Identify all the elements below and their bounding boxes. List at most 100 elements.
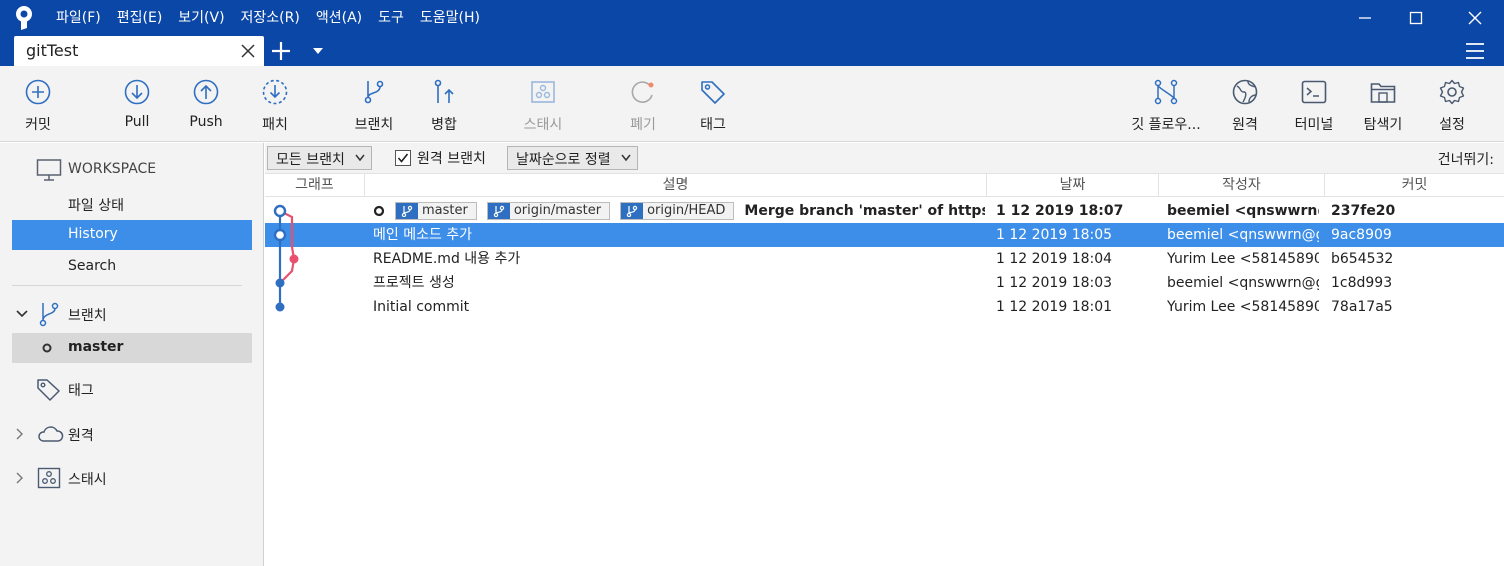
branch-button[interactable]: 브랜치 [334,66,414,142]
column-header-commit[interactable]: 커밋 [1325,174,1504,197]
ref-badge-master[interactable]: master [395,202,477,220]
menu-repository[interactable]: 저장소(R) [233,0,308,36]
stash-button[interactable]: 스태시 [503,66,583,142]
explorer-button[interactable]: 탐색기 [1343,66,1423,142]
menu-tools[interactable]: 도구 [370,0,412,36]
commit-hash: 237fe20 [1331,203,1396,219]
stash-icon [37,467,61,489]
git-flow-icon [1154,79,1178,105]
git-flow-button[interactable]: 깃 플로우... [1126,66,1206,142]
patch-button[interactable]: 패치 [235,66,315,142]
table-row[interactable]: Initial commit 1 12 2019 18:01 Yurim Lee… [265,295,1504,319]
chevron-down-icon [355,154,365,162]
sidebar-workspace-header: WORKSPACE [12,155,252,185]
sidebar-item-search[interactable]: Search [12,252,252,282]
ref-badge-origin-master[interactable]: origin/master [486,202,611,220]
commit-date: 1 12 2019 18:04 [996,251,1113,267]
add-tab-icon[interactable] [270,40,292,62]
cloud-icon [38,426,64,442]
column-header-graph[interactable]: 그래프 [265,174,365,197]
stash-icon [531,81,555,103]
graph-node-merge [273,204,287,218]
commit-description: 메인 메소드 추가 [373,227,473,243]
discard-button[interactable]: 폐기 [603,66,683,142]
close-icon [1468,11,1482,25]
commit-author: beemiel <qnswwrn@g [1167,275,1319,291]
table-header: 그래프 설명 날짜 작성자 커밋 [265,173,1504,197]
patch-icon [262,79,288,105]
tab-dropdown-icon[interactable] [312,46,324,56]
globe-icon [1232,79,1258,105]
menu-file[interactable]: 파일(F) [48,0,109,36]
commit-author: Yurim Lee <58145890 [1167,299,1319,315]
chevron-right-icon [16,428,23,440]
commit-date: 1 12 2019 18:05 [996,227,1113,243]
tab-gittest[interactable]: gitTest [14,36,264,66]
sidebar-section-tags[interactable]: 태그 [12,374,252,404]
sourcetree-logo-icon [16,6,32,30]
tab-bar: gitTest [0,36,1504,66]
maximize-button[interactable] [1393,0,1439,36]
merge-button[interactable]: 병합 [404,66,484,142]
menu-help[interactable]: 도움말(H) [412,0,488,36]
commit-description: master origin/master origin/HEAD Merge bran… [373,199,985,223]
chevron-right-icon [16,472,23,484]
sidebar-branch-master[interactable]: master [12,333,252,363]
commit-hash: b654532 [1331,251,1394,267]
column-header-description[interactable]: 설명 [365,174,987,197]
remote-branches-checkbox[interactable] [395,150,411,166]
pull-button[interactable]: Pull [97,66,177,142]
tab-close-icon[interactable] [240,43,256,59]
hamburger-menu-icon[interactable] [1465,42,1485,60]
tag-button[interactable]: 태그 [673,66,753,142]
commit-history-table: 그래프 설명 날짜 작성자 커밋 master origin/master orig… [265,173,1504,566]
menu-bar: 파일(F) 편집(E) 보기(V) 저장소(R) 액션(A) 도구 도움말(H) [48,0,488,36]
sort-order-dropdown[interactable]: 날짜순으로 정렬 [507,146,638,170]
sidebar-item-file-status[interactable]: 파일 상태 [12,189,252,219]
branch-icon [39,302,59,327]
branch-filter-dropdown[interactable]: 모든 브랜치 [267,146,372,170]
close-window-button[interactable] [1452,0,1498,36]
graph-node-project [275,278,285,288]
minimize-button[interactable] [1342,0,1388,36]
push-button[interactable]: Push [166,66,246,142]
title-bar: 파일(F) 편집(E) 보기(V) 저장소(R) 액션(A) 도구 도움말(H) [0,0,1504,36]
menu-edit[interactable]: 편집(E) [109,0,171,36]
commit-author: Yurim Lee <58145890 [1167,251,1319,267]
ref-badge-origin-head[interactable]: origin/HEAD [620,202,735,220]
monitor-icon [36,159,62,181]
terminal-button[interactable]: 터미널 [1274,66,1354,142]
table-row[interactable]: master origin/master origin/HEAD Merge bran… [265,199,1504,223]
table-row[interactable]: 메인 메소드 추가 1 12 2019 18:05 beemiel <qnsww… [265,223,1504,247]
graph-node-selected [273,228,287,242]
commit-button[interactable]: 커밋 [0,66,78,142]
pull-arrow-down-icon [124,79,150,105]
commit-description: 프로젝트 생성 [373,275,455,291]
skip-label: 건너뛰기: [1437,152,1494,168]
commit-author: beemiel <qnswwrn@g [1167,227,1319,243]
table-row[interactable]: README.md 내용 추가 1 12 2019 18:04 Yurim Le… [265,247,1504,271]
tab-title: gitTest [26,41,79,60]
menu-view[interactable]: 보기(V) [170,0,232,36]
commit-hash: 78a17a5 [1331,299,1393,315]
tag-icon [37,379,60,401]
settings-button[interactable]: 설정 [1412,66,1492,142]
push-arrow-up-icon [193,79,219,105]
commit-date: 1 12 2019 18:07 [996,203,1124,219]
graph-branch-line-merge [279,210,296,284]
sidebar-section-remotes[interactable]: 원격 [12,419,252,449]
sidebar-section-stashes[interactable]: 스태시 [12,463,252,493]
remote-button[interactable]: 원격 [1205,66,1285,142]
column-header-author[interactable]: 작성자 [1159,174,1325,197]
sidebar-item-history[interactable]: History [12,220,252,250]
folder-icon [1370,83,1396,103]
column-header-date[interactable]: 날짜 [987,174,1159,197]
discard-icon [631,81,654,103]
maximize-icon [1409,11,1423,25]
remote-branches-toggle[interactable]: 원격 브랜치 [395,147,486,169]
menu-actions[interactable]: 액션(A) [308,0,370,36]
table-row[interactable]: 프로젝트 생성 1 12 2019 18:03 beemiel <qnswwrn… [265,271,1504,295]
branch-icon [364,80,384,104]
sidebar-section-branches[interactable]: 브랜치 [12,299,252,329]
commit-date: 1 12 2019 18:03 [996,275,1113,291]
